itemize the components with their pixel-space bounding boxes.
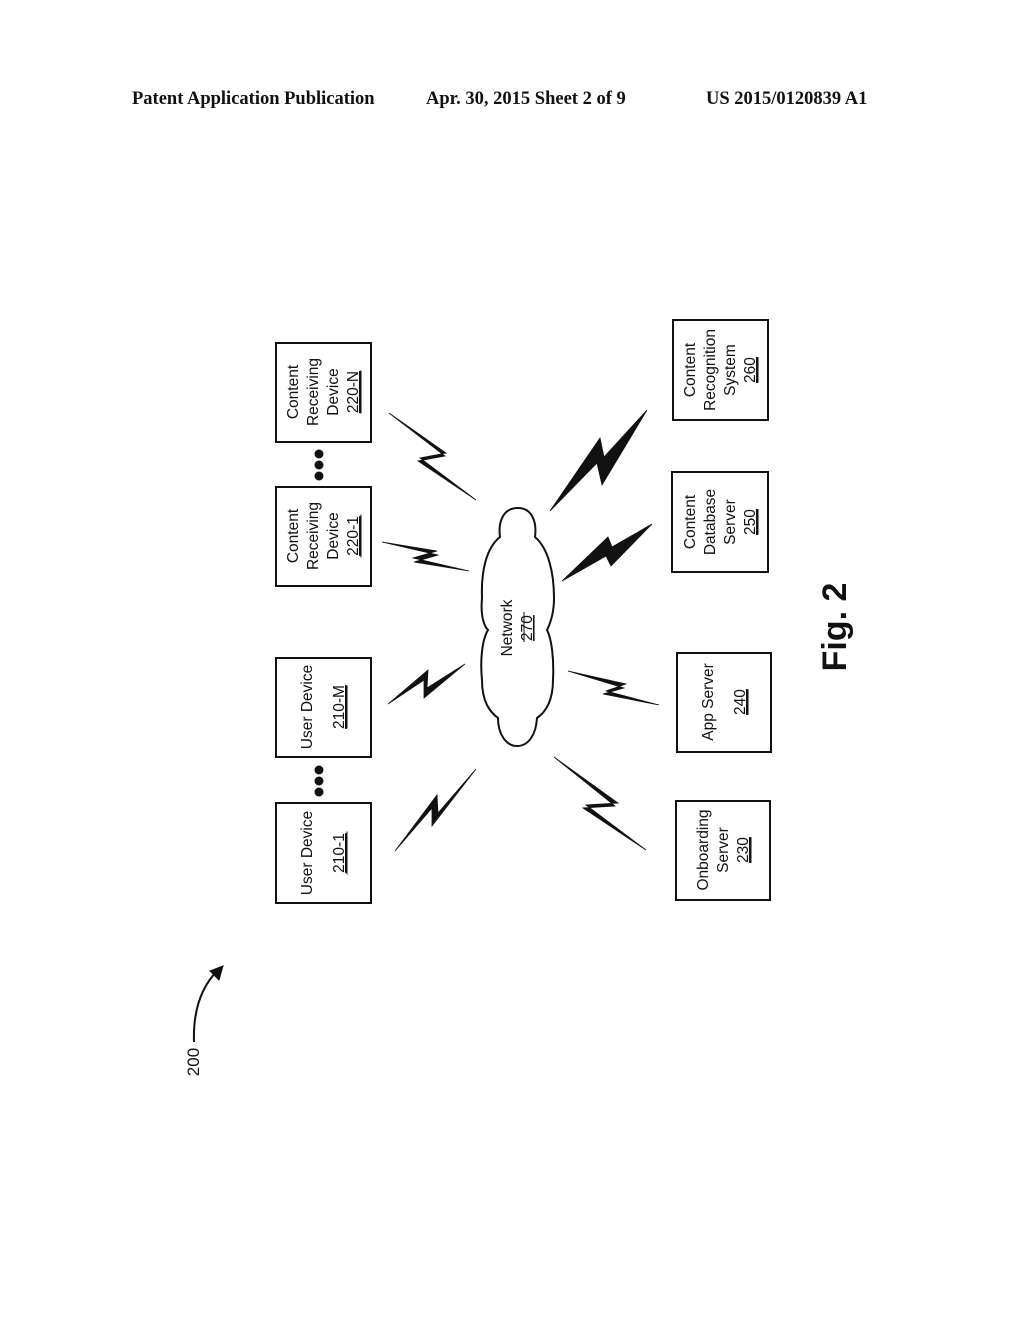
node-ref-number: 210-M	[331, 685, 348, 729]
figure-reference: 200	[184, 965, 224, 1076]
node-label-line: Content	[682, 342, 699, 397]
node-user-device-1: User Device 210-1	[275, 802, 372, 904]
wireless-link-app-server	[567, 670, 660, 706]
node-label-line: Database	[702, 489, 719, 555]
node-content-recognition-system: Content Recognition System 260	[672, 319, 769, 421]
figure-reference-number: 200	[184, 1048, 203, 1076]
wireless-link-content-db	[561, 523, 653, 582]
figure-label: Fig. 2	[816, 583, 854, 672]
node-label-line: Receiving	[305, 358, 322, 426]
node-app-server: App Server 240	[676, 652, 772, 753]
node-ref-number: 220-1	[345, 516, 362, 556]
node-content-receiving-device-n: Content Receiving Device 220-N	[275, 342, 372, 443]
ellipsis-dot	[314, 449, 324, 459]
node-onboarding-server: Onboarding Server 230	[675, 800, 771, 901]
ellipsis-user-devices	[314, 765, 324, 797]
wireless-link-user-device-1	[394, 768, 477, 852]
wireless-link-onboarding	[553, 756, 647, 851]
node-box	[676, 652, 772, 753]
node-content-database-server: Content Database Server 250	[671, 471, 769, 573]
ellipsis-dot	[314, 765, 324, 775]
node-box	[275, 802, 372, 904]
wireless-link-content-receiving-1	[381, 541, 470, 572]
ellipsis-content-receiving-devices	[314, 449, 324, 481]
node-label-line: User Device	[299, 811, 316, 895]
node-label-line: Device	[325, 512, 342, 559]
wireless-link-user-device-m	[387, 663, 466, 705]
ellipsis-dot	[314, 776, 324, 786]
ellipsis-dot	[314, 471, 324, 481]
node-label-line: Server	[715, 827, 732, 873]
node-ref-number: 230	[735, 837, 752, 863]
wireless-link-content-recognition	[549, 409, 648, 512]
cloud-outline	[480, 506, 556, 748]
node-label-line: Content	[682, 494, 699, 549]
node-label-line: Receiving	[305, 502, 322, 570]
network-diagram: User Device 210-1 User Device 210-M Conten…	[184, 319, 854, 1076]
node-label-line: Server	[722, 499, 739, 545]
node-label-line: Device	[325, 368, 342, 415]
node-ref-number: 210-1	[331, 833, 348, 873]
node-label-line: Content	[285, 508, 302, 563]
reference-arrow-line	[192, 969, 219, 1043]
node-ref-number: 220-N	[345, 371, 362, 413]
node-box	[275, 657, 372, 758]
node-user-device-m: User Device 210-M	[275, 657, 372, 758]
node-label-line: App Server	[700, 663, 717, 741]
network-ref: 270	[519, 615, 536, 641]
ellipsis-dot	[314, 787, 324, 797]
node-ref-number: 250	[742, 509, 759, 535]
node-label-line: Recognition	[702, 329, 719, 411]
node-content-receiving-device-1: Content Receiving Device 220-1	[275, 486, 372, 587]
node-label-line: Onboarding	[695, 809, 712, 890]
network-label: Network	[499, 599, 516, 656]
wireless-link-content-receiving-n	[388, 412, 477, 501]
node-label-line: User Device	[299, 665, 316, 749]
node-ref-number: 240	[732, 689, 749, 715]
network-cloud: Network 270	[480, 506, 556, 748]
node-ref-number: 260	[742, 357, 759, 383]
node-label-line: Content	[285, 364, 302, 419]
node-label-line: System	[722, 344, 739, 396]
ellipsis-dot	[314, 460, 324, 470]
